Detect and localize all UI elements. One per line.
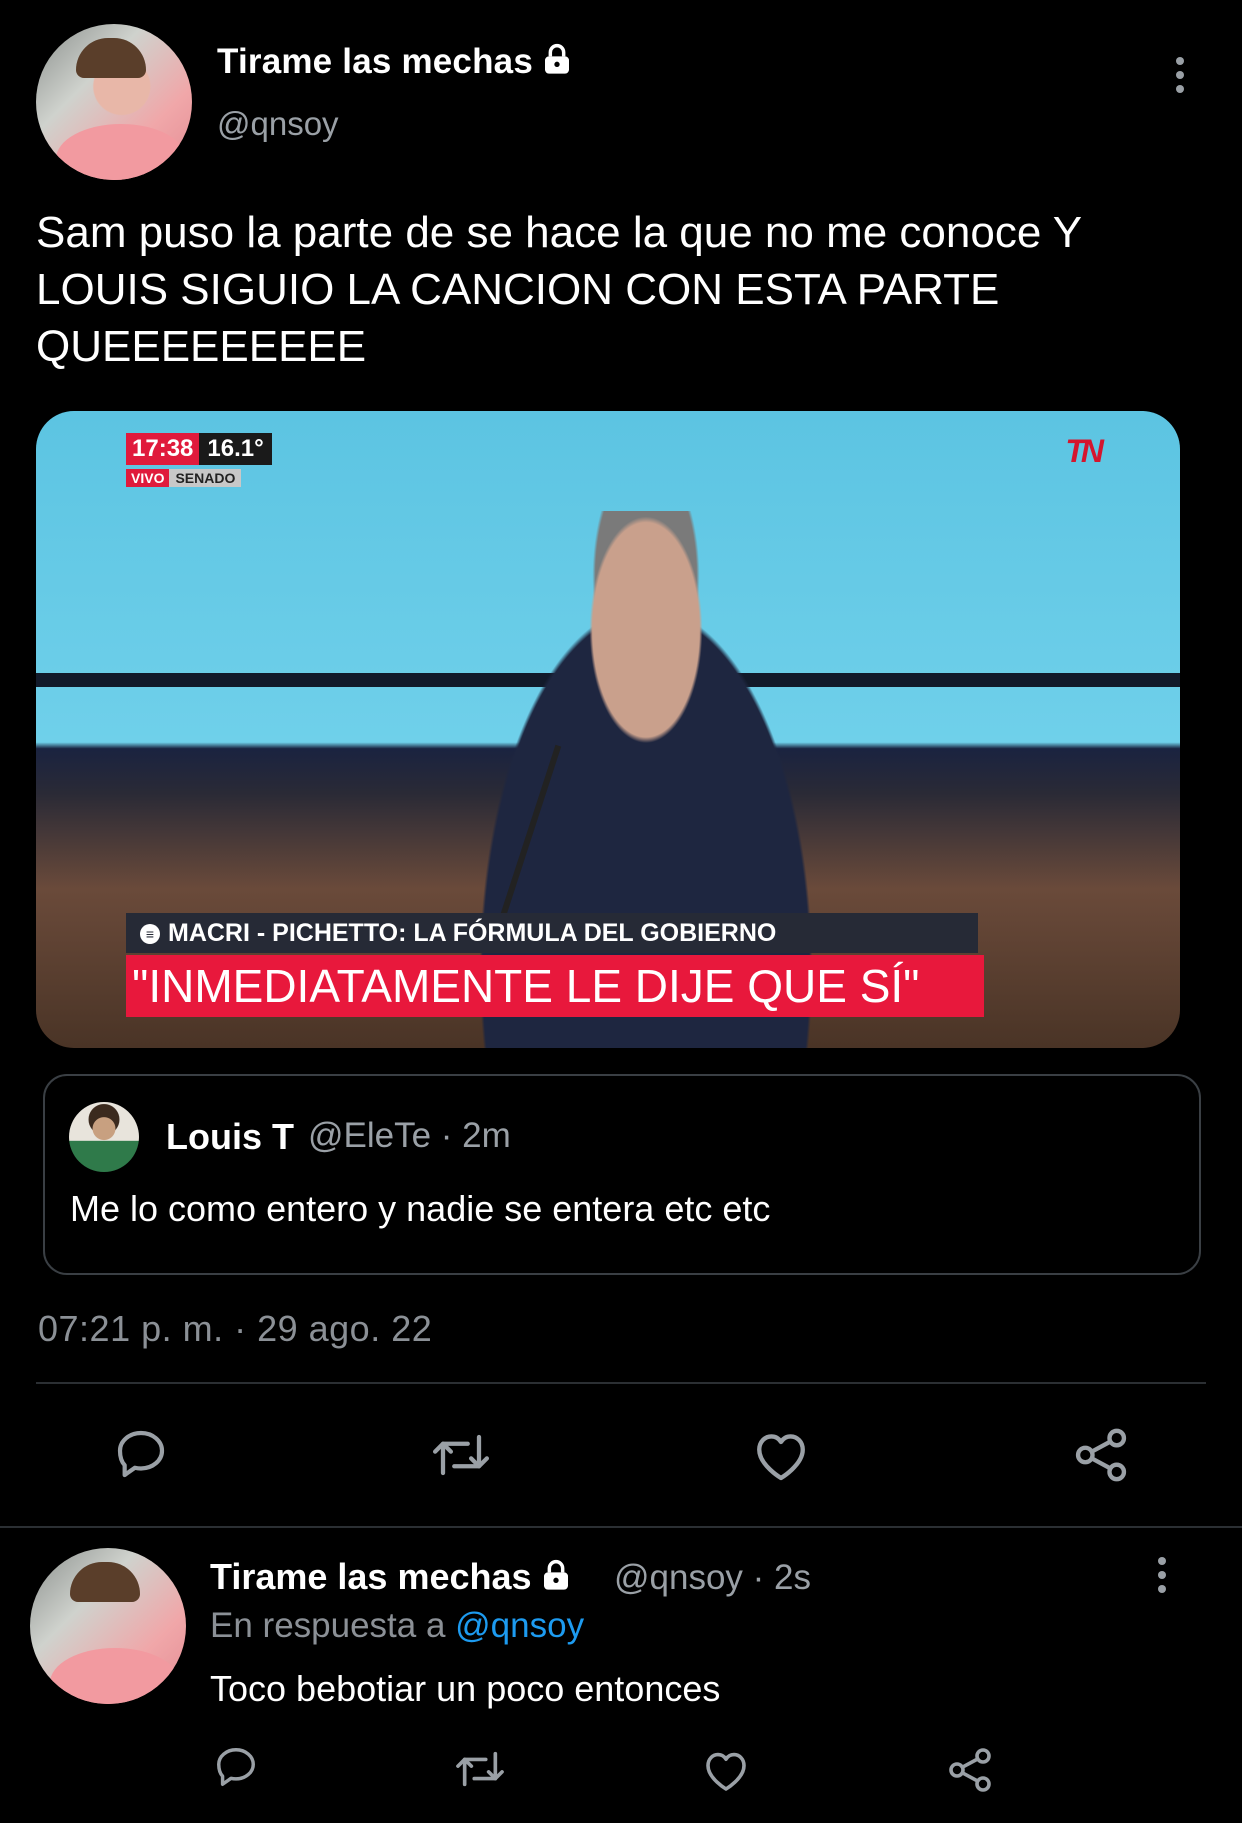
- reply-author-name[interactable]: Tirame las mechas: [210, 1556, 572, 1600]
- menu-icon: ≡: [140, 924, 160, 944]
- broadcast-quote: "INMEDIATAMENTE LE DIJE QUE SÍ": [126, 955, 984, 1017]
- tweet-timestamp[interactable]: 07:21 p. m. · 29 ago. 22: [38, 1308, 432, 1350]
- tweet-text: Sam puso la parte de se hace la que no m…: [36, 208, 1082, 371]
- quoted-author-meta: @EleTe · 2m: [308, 1116, 511, 1155]
- heart-icon[interactable]: [702, 1748, 750, 1797]
- author-handle[interactable]: @qnsoy: [217, 105, 339, 143]
- quoted-tweet-card[interactable]: [43, 1074, 1201, 1275]
- broadcast-location: SENADO: [169, 469, 242, 487]
- reply-context-prefix: En respuesta a: [210, 1606, 456, 1645]
- more-vertical-icon[interactable]: [1150, 1556, 1174, 1601]
- reply-icon[interactable]: [112, 1426, 170, 1487]
- quoted-tweet-text: Me lo como entero y nadie se entera etc …: [70, 1188, 771, 1229]
- lock-icon: [540, 1558, 572, 1600]
- divider: [0, 1526, 1242, 1528]
- reply-mention-link[interactable]: @qnsoy: [455, 1606, 584, 1645]
- share-icon[interactable]: [946, 1746, 994, 1799]
- lock-icon: [541, 43, 573, 84]
- broadcast-temp: 16.1°: [199, 433, 272, 465]
- author-name[interactable]: Tirame las mechas: [217, 42, 573, 84]
- share-icon[interactable]: [1072, 1426, 1130, 1489]
- broadcast-sub-box: VIVO SENADO: [126, 469, 242, 487]
- tweet-media-image[interactable]: 17:38 16.1° VIVO SENADO TN ≡ MACRI - PICH…: [36, 411, 1180, 1048]
- divider: [36, 1382, 1206, 1384]
- reply-text: Toco bebotiar un poco entonces: [210, 1668, 721, 1709]
- broadcast-headline: ≡ MACRI - PICHETTO: LA FÓRMULA DEL GOBIER…: [126, 913, 978, 953]
- retweet-icon[interactable]: [452, 1746, 508, 1797]
- broadcast-time-box: 17:38 16.1°: [126, 433, 272, 465]
- reply-author-name-label: Tirame las mechas: [210, 1556, 532, 1597]
- author-avatar[interactable]: [36, 24, 192, 180]
- heart-icon[interactable]: [752, 1428, 810, 1487]
- tn-logo: TN: [1065, 433, 1104, 469]
- author-name-label: Tirame las mechas: [217, 42, 534, 81]
- reply-icon[interactable]: [212, 1744, 260, 1795]
- broadcast-headline-text: MACRI - PICHETTO: LA FÓRMULA DEL GOBIERN…: [168, 919, 777, 947]
- quoted-author-name[interactable]: Louis T: [166, 1116, 294, 1158]
- reply-author-avatar[interactable]: [30, 1548, 186, 1704]
- broadcast-live: VIVO: [126, 469, 170, 487]
- reply-author-meta: @qnsoy · 2s: [614, 1558, 811, 1597]
- quoted-author-avatar[interactable]: [69, 1102, 139, 1172]
- more-vertical-icon[interactable]: [1168, 56, 1192, 101]
- reply-context: En respuesta a @qnsoy: [210, 1606, 584, 1646]
- broadcast-time: 17:38: [126, 433, 200, 465]
- retweet-icon[interactable]: [428, 1428, 494, 1487]
